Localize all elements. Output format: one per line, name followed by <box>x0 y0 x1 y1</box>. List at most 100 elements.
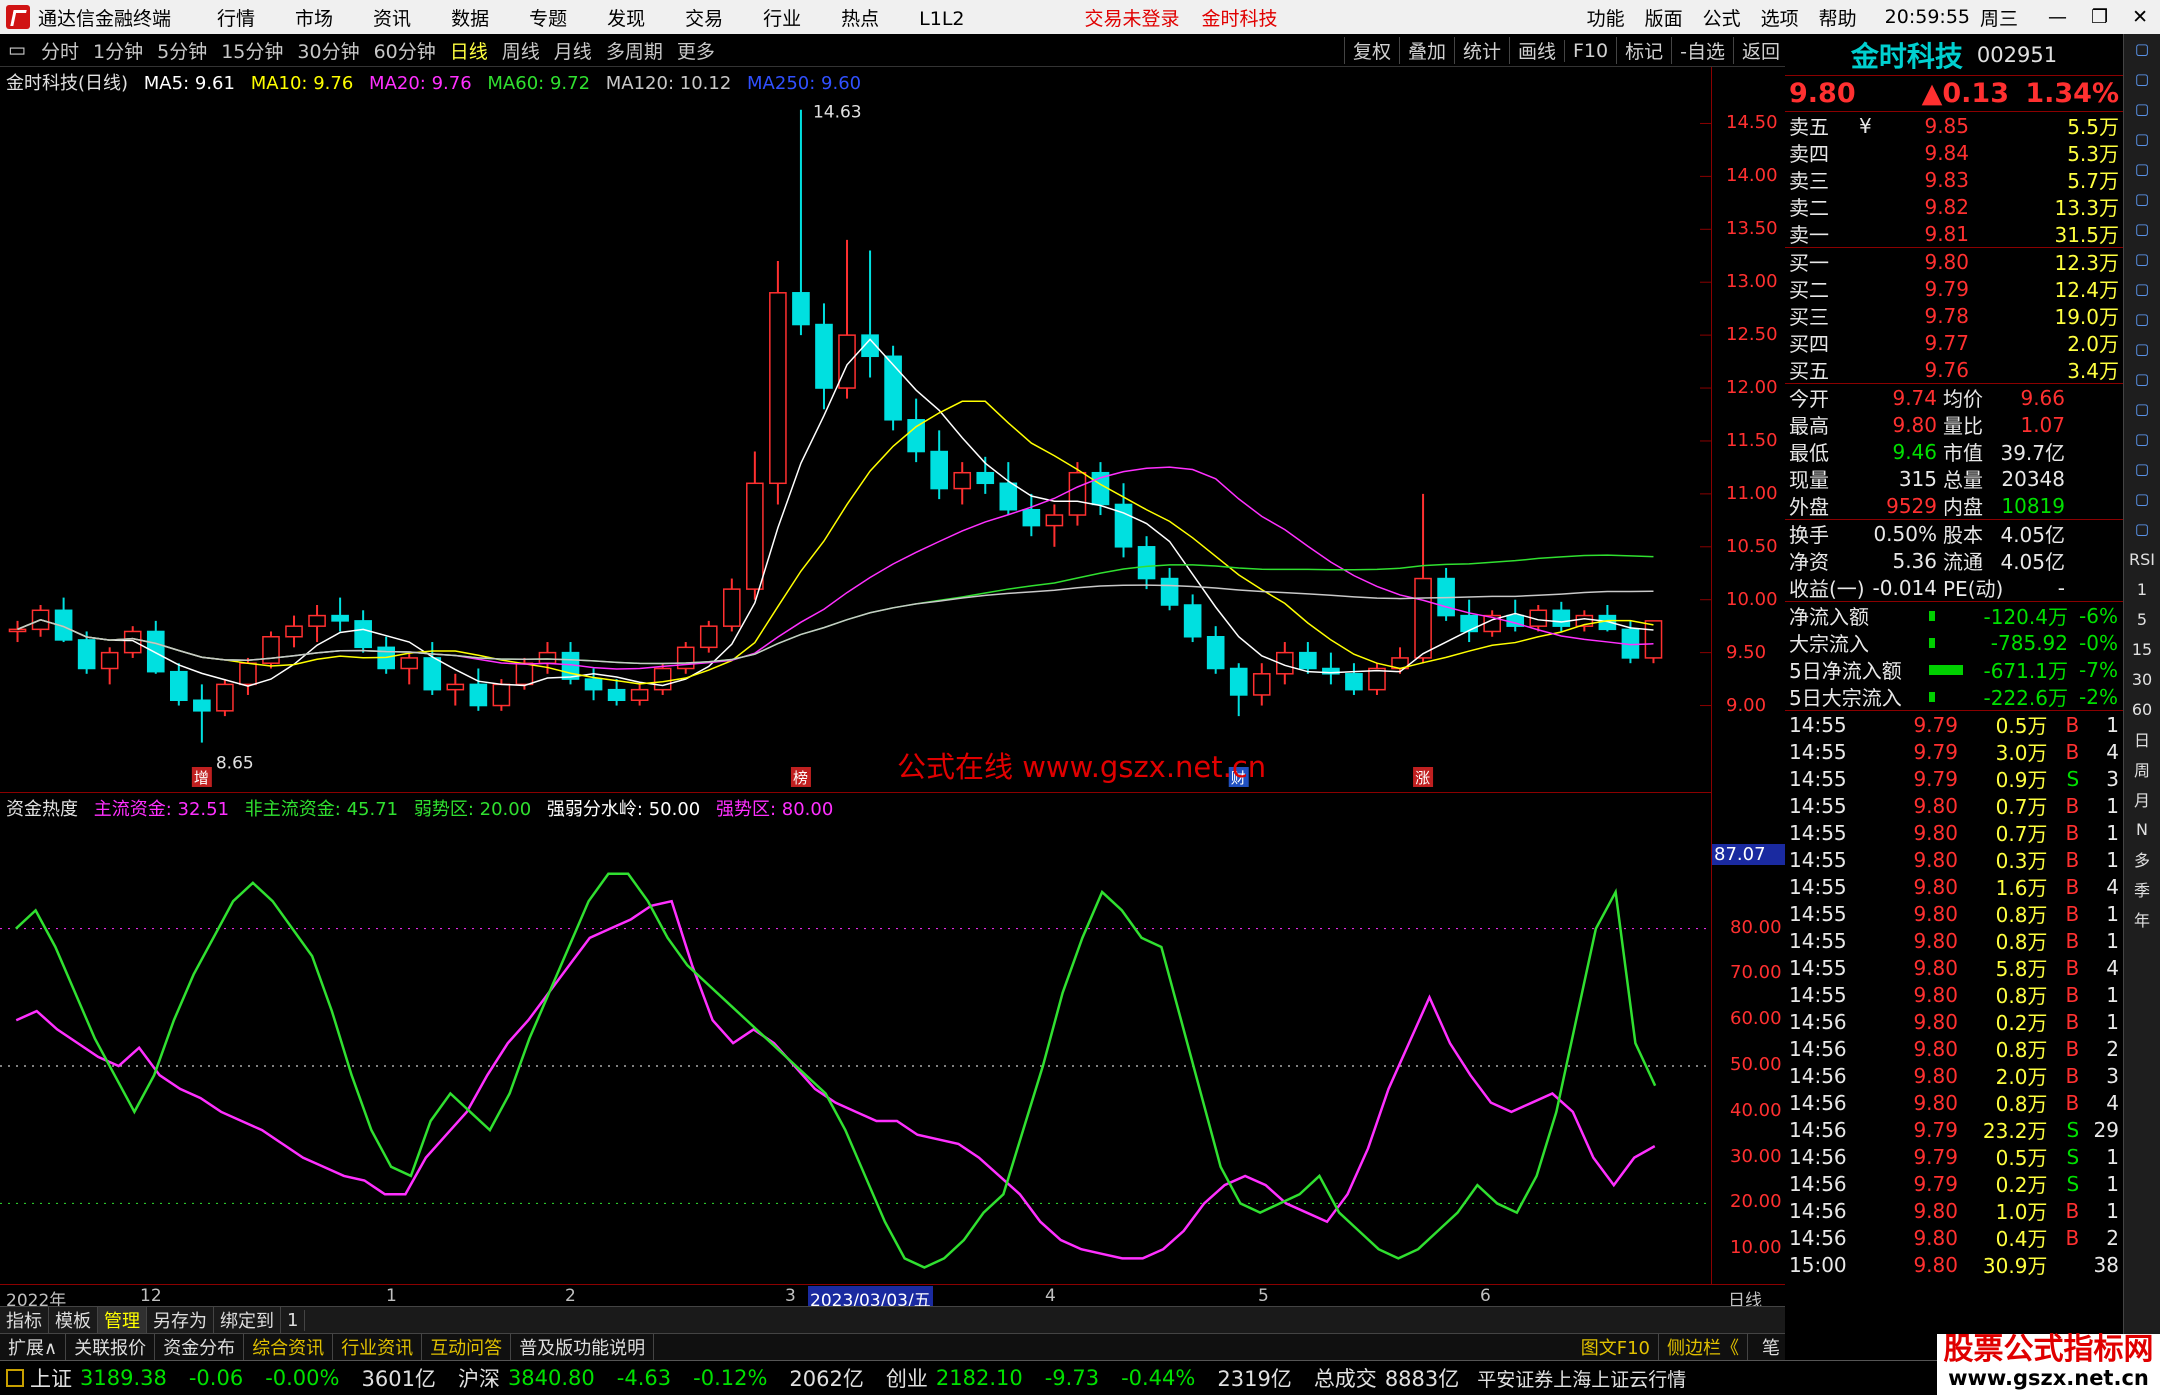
sidebar-tool-icon[interactable]: ▢ <box>2124 424 2160 454</box>
menu-item-7[interactable]: 行业 <box>763 8 801 30</box>
menu-item-2[interactable]: 资讯 <box>373 8 411 30</box>
restore-icon[interactable]: ❐ <box>2091 6 2108 28</box>
bid-row[interactable]: 买一 9.80 12.3万 <box>1785 248 2123 276</box>
current-stock-link[interactable]: 金时科技 <box>1202 4 1278 31</box>
ask-row[interactable]: 卖二 9.82 13.3万 <box>1785 193 2123 221</box>
bid-row[interactable]: 买四 9.77 2.0万 <box>1785 329 2123 357</box>
sidebar-tool-icon[interactable]: ▢ <box>2124 394 2160 424</box>
sidebar-tool-icon[interactable]: ▢ <box>2124 364 2160 394</box>
period-tab-3[interactable]: 15分钟 <box>214 37 290 64</box>
sidebar-period-2[interactable]: 5 <box>2124 604 2160 634</box>
sidebar-period-6[interactable]: 日 <box>2124 724 2160 754</box>
period-tab-10[interactable]: 更多 <box>670 37 722 64</box>
sidebar-period-12[interactable]: 年 <box>2124 904 2160 934</box>
chart-tool-0[interactable]: 复权 <box>1343 37 1399 64</box>
period-tab-8[interactable]: 月线 <box>547 37 599 64</box>
menu-item-3[interactable]: 数据 <box>451 8 489 30</box>
index-name-1[interactable]: 沪深 <box>458 1363 500 1393</box>
sidebar-tool-icon[interactable]: ▢ <box>2124 484 2160 514</box>
trade-login-status[interactable]: 交易未登录 <box>1085 4 1180 31</box>
status-menu-icon[interactable] <box>6 1369 24 1387</box>
ask-row[interactable]: 卖三 9.83 5.7万 <box>1785 166 2123 194</box>
bid-row[interactable]: 买五 9.76 3.4万 <box>1785 356 2123 384</box>
right-menu-item-1[interactable]: 版面 <box>1645 4 1683 31</box>
chart-tool-4[interactable]: F10 <box>1564 39 1616 62</box>
chart-tool-2[interactable]: 统计 <box>1453 37 1509 64</box>
sidebar-tool-icon[interactable]: ▢ <box>2124 64 2160 94</box>
sidebar-tool-icon[interactable]: ▢ <box>2124 124 2160 154</box>
sidebar-tool-icon[interactable]: ▢ <box>2124 514 2160 544</box>
menu-item-0[interactable]: 行情 <box>217 8 255 30</box>
ask-row[interactable]: 卖五 ¥9.85 5.5万 <box>1785 112 2123 140</box>
period-tab-0[interactable]: 分时 <box>34 37 86 64</box>
period-tab-7[interactable]: 周线 <box>495 37 547 64</box>
sidebar-tool-icon[interactable]: ▢ <box>2124 154 2160 184</box>
menu-item-1[interactable]: 市场 <box>295 8 333 30</box>
right-menu-item-4[interactable]: 帮助 <box>1819 4 1857 31</box>
period-tab-1[interactable]: 1分钟 <box>86 37 150 64</box>
index-name-2[interactable]: 创业 <box>886 1363 928 1393</box>
bid-row[interactable]: 买三 9.78 19.0万 <box>1785 302 2123 330</box>
chart-tool-3[interactable]: 画线 <box>1508 37 1564 64</box>
sidebar-tool-icon[interactable]: ▢ <box>2124 244 2160 274</box>
right-menu-item-2[interactable]: 公式 <box>1703 4 1741 31</box>
chart-tool-7[interactable]: 返回 <box>1732 37 1788 64</box>
sidebar-tool-icon[interactable]: ▢ <box>2124 34 2160 64</box>
sidebar-period-1[interactable]: 1 <box>2124 574 2160 604</box>
sidebar-tool-icon[interactable]: ▢ <box>2124 454 2160 484</box>
sidebar-period-0[interactable]: RSI <box>2124 544 2160 574</box>
menu-item-6[interactable]: 交易 <box>685 8 723 30</box>
ext-tab-4[interactable]: 行业资讯 <box>333 1334 423 1360</box>
sidebar-period-10[interactable]: 多 <box>2124 844 2160 874</box>
menu-item-8[interactable]: 热点 <box>841 8 879 30</box>
close-icon[interactable]: ✕ <box>2132 6 2148 28</box>
period-tab-4[interactable]: 30分钟 <box>290 37 366 64</box>
capital-heat-chart[interactable]: 资金热度 主流资金: 32.51 非主流资金: 45.71 弱势区: 20.00… <box>0 792 1712 1284</box>
period-tab-6[interactable]: 日线 <box>443 37 495 64</box>
period-tab-5[interactable]: 60分钟 <box>367 37 443 64</box>
period-tab-2[interactable]: 5分钟 <box>150 37 214 64</box>
indicator-tab-0[interactable]: 指标 <box>0 1307 49 1333</box>
bid-row[interactable]: 买二 9.79 12.4万 <box>1785 275 2123 303</box>
sidebar-period-9[interactable]: N <box>2124 814 2160 844</box>
ext-right-tab-1[interactable]: 侧边栏《 <box>1659 1334 1748 1360</box>
ext-tab-3[interactable]: 综合资讯 <box>244 1334 334 1360</box>
sidebar-period-4[interactable]: 30 <box>2124 664 2160 694</box>
panel-toggle-icon[interactable]: ▭ <box>0 39 34 61</box>
ext-tab-1[interactable]: 关联报价 <box>66 1334 156 1360</box>
period-tab-9[interactable]: 多周期 <box>599 37 670 64</box>
right-menu-item-0[interactable]: 功能 <box>1587 4 1625 31</box>
chart-tool-5[interactable]: 标记 <box>1616 37 1671 64</box>
indicator-tab-1[interactable]: 模板 <box>49 1307 98 1333</box>
candlestick-chart[interactable]: 14.63 8.65 增榜财涨 金时科技(日线) MA5: 9.61 MA10: 9… <box>0 67 1712 792</box>
sidebar-tool-icon[interactable]: ▢ <box>2124 94 2160 124</box>
chart-tool-1[interactable]: 叠加 <box>1398 37 1454 64</box>
indicator-tab-5[interactable]: 1 <box>281 1309 306 1331</box>
sidebar-tool-icon[interactable]: ▢ <box>2124 274 2160 304</box>
ext-tab-5[interactable]: 互动问答 <box>422 1334 512 1360</box>
sidebar-tool-icon[interactable]: ▢ <box>2124 334 2160 364</box>
sidebar-period-7[interactable]: 周 <box>2124 754 2160 784</box>
indicator-tab-3[interactable]: 另存为 <box>147 1307 214 1333</box>
ext-right-tab-0[interactable]: 图文F10 <box>1573 1334 1659 1360</box>
menu-item-4[interactable]: 专题 <box>529 8 567 30</box>
ext-tab-0[interactable]: 扩展∧ <box>0 1334 67 1360</box>
sidebar-tool-icon[interactable]: ▢ <box>2124 304 2160 334</box>
sidebar-tool-icon[interactable]: ▢ <box>2124 214 2160 244</box>
ask-row[interactable]: 卖四 9.84 5.3万 <box>1785 139 2123 167</box>
chart-tool-6[interactable]: -自选 <box>1671 37 1733 64</box>
indicator-tab-4[interactable]: 绑定到 <box>214 1307 281 1333</box>
menu-item-9[interactable]: L1L2 <box>919 8 964 30</box>
sidebar-period-8[interactable]: 月 <box>2124 784 2160 814</box>
sidebar-period-11[interactable]: 季 <box>2124 874 2160 904</box>
sidebar-period-5[interactable]: 60 <box>2124 694 2160 724</box>
sidebar-period-3[interactable]: 15 <box>2124 634 2160 664</box>
menu-item-5[interactable]: 发现 <box>607 8 645 30</box>
right-menu-item-3[interactable]: 选项 <box>1761 4 1799 31</box>
minimize-icon[interactable]: — <box>2048 6 2067 28</box>
index-name-0[interactable]: 上证 <box>30 1363 72 1393</box>
ext-tab-6[interactable]: 普及版功能说明 <box>511 1334 655 1360</box>
sidebar-tool-icon[interactable]: ▢ <box>2124 184 2160 214</box>
ask-row[interactable]: 卖一 9.81 31.5万 <box>1785 220 2123 248</box>
indicator-tab-2[interactable]: 管理 <box>98 1307 147 1333</box>
